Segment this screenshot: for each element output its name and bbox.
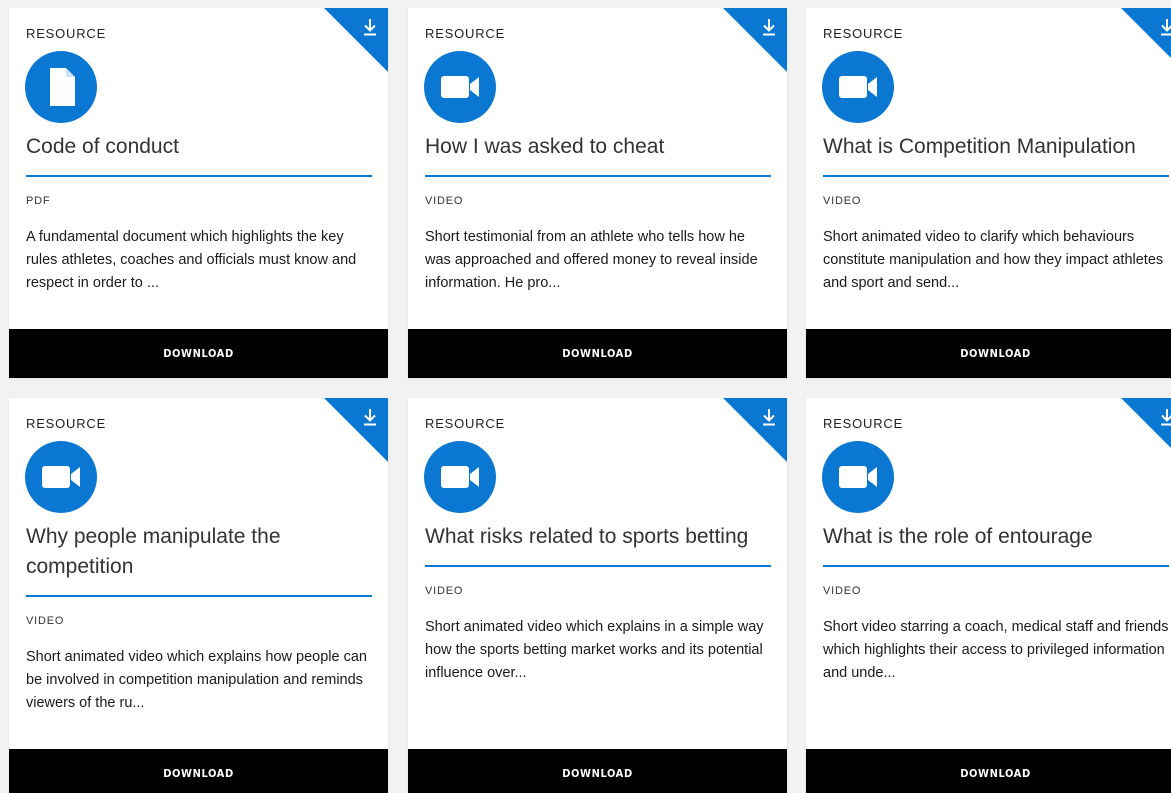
download-button[interactable]: DOWNLOAD: [408, 329, 787, 378]
download-button[interactable]: DOWNLOAD: [9, 749, 388, 793]
category-label: RESOURCE: [26, 26, 107, 41]
title-divider: [823, 175, 1169, 177]
title-divider: [26, 175, 372, 177]
format-label: VIDEO: [26, 615, 65, 627]
download-button[interactable]: DOWNLOAD: [806, 329, 1171, 378]
download-button[interactable]: DOWNLOAD: [9, 329, 388, 378]
video-camera-icon: [822, 441, 894, 513]
resource-card: RESOURCE Code of conduct PDF A fundament…: [9, 8, 388, 378]
resource-card: RESOURCE How I was asked to cheat VIDEO …: [408, 8, 787, 378]
download-icon: [763, 409, 775, 426]
category-label: RESOURCE: [425, 26, 506, 41]
card-description: Short video starring a coach, medical st…: [823, 619, 1169, 681]
card-title[interactable]: Why people manipulate the competition: [26, 522, 328, 582]
card-title[interactable]: How I was asked to cheat: [425, 132, 771, 162]
format-label: VIDEO: [425, 585, 464, 597]
resource-card: RESOURCE What is the role of entourage V…: [806, 398, 1171, 793]
title-divider: [26, 595, 372, 597]
video-camera-icon: [424, 51, 496, 123]
corner-download-button[interactable]: [723, 8, 787, 72]
format-label: VIDEO: [823, 585, 862, 597]
card-description: Short animated video which explains how …: [26, 649, 367, 711]
format-label: PDF: [26, 195, 51, 207]
download-button[interactable]: DOWNLOAD: [408, 749, 787, 793]
card-title[interactable]: Code of conduct: [26, 132, 372, 162]
corner-download-button[interactable]: [324, 8, 388, 72]
corner-download-button[interactable]: [723, 398, 787, 462]
card-title[interactable]: What is the role of entourage: [823, 522, 1169, 552]
resource-grid: RESOURCE Code of conduct PDF A fundament…: [0, 0, 1171, 793]
card-description: A fundamental document which highlights …: [26, 229, 357, 291]
card-description: Short testimonial from an athlete who te…: [425, 229, 758, 291]
card-title[interactable]: What is Competition Manipulation: [823, 132, 1171, 162]
download-button[interactable]: DOWNLOAD: [806, 749, 1171, 793]
resource-card: RESOURCE What risks related to sports be…: [408, 398, 787, 793]
document-icon: [25, 51, 97, 123]
title-divider: [823, 565, 1169, 567]
card-description: Short animated video to clarify which be…: [823, 229, 1164, 291]
download-icon: [1161, 409, 1171, 426]
download-icon: [364, 409, 376, 426]
format-label: VIDEO: [425, 195, 464, 207]
card-title[interactable]: What risks related to sports betting: [425, 522, 783, 552]
category-label: RESOURCE: [425, 416, 506, 431]
corner-download-button[interactable]: [324, 398, 388, 462]
resource-card: RESOURCE Why people manipulate the compe…: [9, 398, 388, 793]
video-camera-icon: [822, 51, 894, 123]
category-label: RESOURCE: [823, 416, 904, 431]
format-label: VIDEO: [823, 195, 862, 207]
download-icon: [763, 19, 775, 36]
title-divider: [425, 175, 771, 177]
download-icon: [1161, 19, 1171, 36]
video-camera-icon: [25, 441, 97, 513]
card-description: Short animated video which explains in a…: [425, 619, 764, 681]
category-label: RESOURCE: [26, 416, 107, 431]
download-icon: [364, 19, 376, 36]
video-camera-icon: [424, 441, 496, 513]
category-label: RESOURCE: [823, 26, 904, 41]
resource-card: RESOURCE What is Competition Manipulatio…: [806, 8, 1171, 378]
title-divider: [425, 565, 771, 567]
